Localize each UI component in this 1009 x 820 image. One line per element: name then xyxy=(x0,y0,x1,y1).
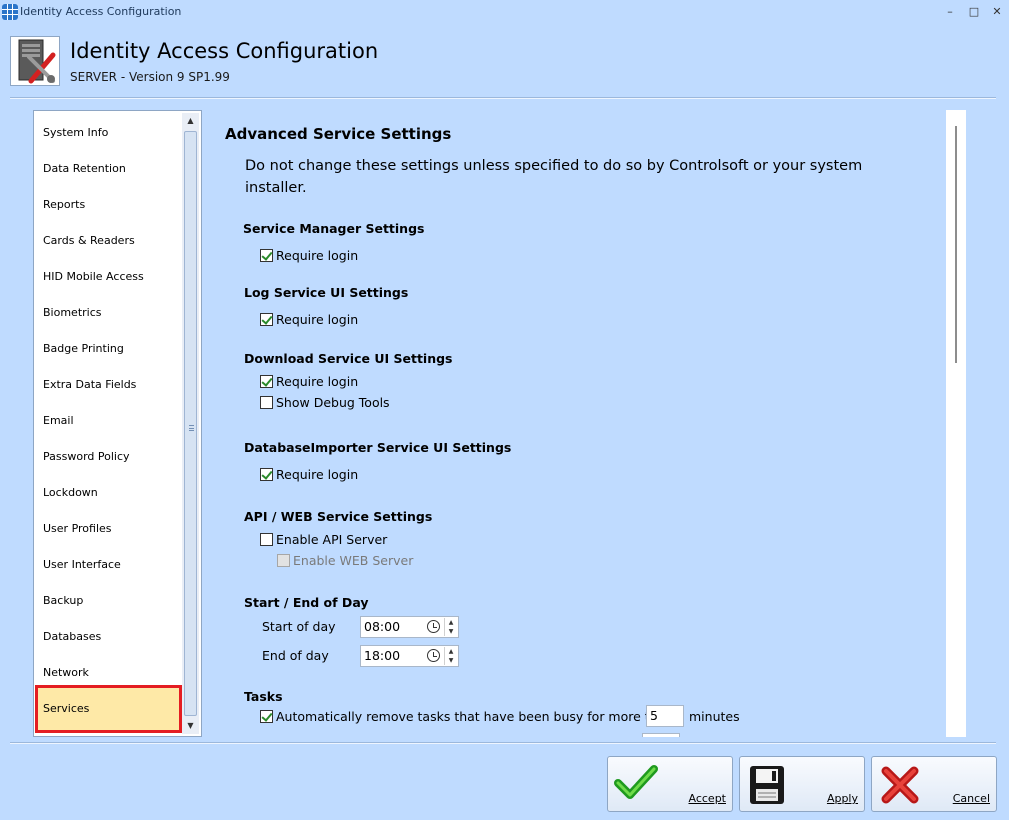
cancel-button[interactable]: Cancel xyxy=(871,756,997,812)
nav-item-email[interactable]: Email xyxy=(38,403,178,439)
checkbox-checked-icon[interactable] xyxy=(260,249,273,262)
nav-item-lockdown[interactable]: Lockdown xyxy=(38,475,178,511)
scroll-up-arrow-icon[interactable]: ▲ xyxy=(182,113,199,129)
tasks-heading: Tasks xyxy=(244,689,283,704)
page-title: Identity Access Configuration xyxy=(70,39,379,63)
nav-item-cards-readers[interactable]: Cards & Readers xyxy=(38,223,178,259)
nav-item-network[interactable]: Network xyxy=(38,655,178,691)
maximize-button[interactable]: □ xyxy=(964,3,984,21)
window-title-bar: Identity Access Configuration – □ ✕ xyxy=(0,0,1009,24)
end-of-day-time-input[interactable]: 18:00 ▲ ▼ xyxy=(360,645,459,667)
content-scrollbar[interactable] xyxy=(946,110,966,737)
nav-scrollbar[interactable]: ▲ ▼ xyxy=(182,113,199,734)
api-web-heading: API / WEB Service Settings xyxy=(244,509,433,524)
footer-divider xyxy=(10,742,996,744)
show-debug-tools-checkbox[interactable]: Show Debug Tools xyxy=(260,395,390,411)
nav-item-hid-mobile-access[interactable]: HID Mobile Access xyxy=(38,259,178,295)
nav-item-user-profiles[interactable]: User Profiles xyxy=(38,511,178,547)
content-scroll-thumb[interactable] xyxy=(955,126,957,363)
section-description: Do not change these settings unless spec… xyxy=(245,158,863,196)
download-service-require-login-checkbox[interactable]: Require login xyxy=(260,374,358,390)
apply-button[interactable]: Apply xyxy=(739,756,865,812)
scroll-down-arrow-icon[interactable]: ▼ xyxy=(182,718,199,734)
busy-minutes-input[interactable]: 5 xyxy=(646,705,684,727)
nav-item-password-policy[interactable]: Password Policy xyxy=(38,439,178,475)
auto-remove-tasks-checkbox[interactable]: Automatically remove tasks that have bee… xyxy=(260,709,673,725)
minimize-button[interactable]: – xyxy=(940,3,960,21)
floppy-disk-icon xyxy=(750,766,784,804)
db-importer-heading: DatabaseImporter Service UI Settings xyxy=(244,440,512,455)
checkmark-icon xyxy=(614,765,658,799)
checkbox-disabled-icon[interactable] xyxy=(277,554,290,567)
db-importer-require-login-checkbox[interactable]: Require login xyxy=(260,467,358,483)
nav-item-extra-data-fields[interactable]: Extra Data Fields xyxy=(38,367,178,403)
checkbox-checked-icon[interactable] xyxy=(260,313,273,326)
download-service-heading: Download Service UI Settings xyxy=(244,351,453,366)
service-manager-require-login-checkbox[interactable]: Require login xyxy=(260,248,358,264)
nav-item-reports[interactable]: Reports xyxy=(38,187,178,223)
services-settings-panel: Advanced Service Settings Do not change … xyxy=(209,110,967,737)
enable-web-server-checkbox[interactable]: Enable WEB Server xyxy=(277,553,413,569)
version-subtitle: SERVER - Version 9 SP1.99 xyxy=(70,70,230,84)
enable-api-server-checkbox[interactable]: Enable API Server xyxy=(260,532,387,548)
accept-button-label: Accept xyxy=(688,792,727,805)
red-x-icon xyxy=(881,766,919,804)
nav-item-biometrics[interactable]: Biometrics xyxy=(38,295,178,331)
apply-button-label: Apply xyxy=(826,792,858,805)
window-title: Identity Access Configuration xyxy=(20,5,182,18)
service-manager-heading: Service Manager Settings xyxy=(243,221,425,236)
nav-item-databases[interactable]: Databases xyxy=(38,619,178,655)
checkbox-checked-icon[interactable] xyxy=(260,375,273,388)
cancel-button-label: Cancel xyxy=(952,792,990,805)
nav-item-services[interactable]: Services xyxy=(35,685,182,733)
time-spinner-icon[interactable]: ▲ ▼ xyxy=(444,647,457,665)
clock-icon[interactable] xyxy=(427,649,440,662)
partial-input-field[interactable] xyxy=(642,733,680,737)
start-end-day-heading: Start / End of Day xyxy=(244,595,369,610)
header-divider xyxy=(10,97,996,99)
start-of-day-time-input[interactable]: 08:00 ▲ ▼ xyxy=(360,616,459,638)
nav-scroll-thumb[interactable] xyxy=(184,131,197,716)
server-tools-icon xyxy=(10,36,60,86)
checkbox-unchecked-icon[interactable] xyxy=(260,396,273,409)
grip-icon xyxy=(189,425,194,431)
end-of-day-label: End of day xyxy=(262,648,329,663)
nav-item-user-interface[interactable]: User Interface xyxy=(38,547,178,583)
log-service-require-login-checkbox[interactable]: Require login xyxy=(260,312,358,328)
log-service-heading: Log Service UI Settings xyxy=(244,285,409,300)
close-window-button[interactable]: ✕ xyxy=(987,3,1007,21)
checkbox-checked-icon[interactable] xyxy=(260,710,273,723)
nav-item-system-info[interactable]: System Info xyxy=(38,115,178,151)
nav-item-backup[interactable]: Backup xyxy=(38,583,178,619)
page-header: Identity Access Configuration SERVER - V… xyxy=(0,24,1009,99)
app-icon xyxy=(2,4,18,20)
checkbox-checked-icon[interactable] xyxy=(260,468,273,481)
settings-nav-list[interactable]: System Info Data Retention Reports Cards… xyxy=(33,110,202,737)
clock-icon[interactable] xyxy=(427,620,440,633)
minutes-unit-label: minutes xyxy=(689,709,740,724)
checkbox-unchecked-icon[interactable] xyxy=(260,533,273,546)
time-spinner-icon[interactable]: ▲ ▼ xyxy=(444,618,457,636)
accept-button[interactable]: Accept xyxy=(607,756,733,812)
start-of-day-label: Start of day xyxy=(262,619,336,634)
nav-item-data-retention[interactable]: Data Retention xyxy=(38,151,178,187)
section-title: Advanced Service Settings xyxy=(225,125,452,143)
nav-item-badge-printing[interactable]: Badge Printing xyxy=(38,331,178,367)
